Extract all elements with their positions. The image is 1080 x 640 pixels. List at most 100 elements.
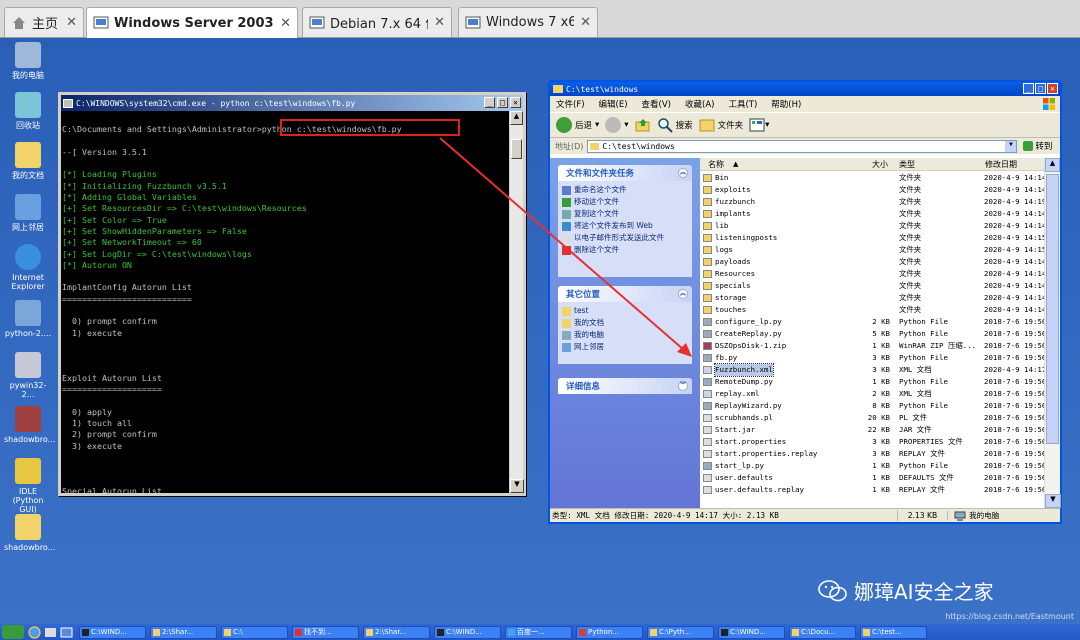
column-type[interactable]: 类型 <box>899 159 915 170</box>
file-list[interactable]: 名称 ▲ 大小 类型 修改日期 Bin 文件夹 2020-4-9 14:14 expl… <box>700 158 1046 508</box>
scroll-down-icon[interactable]: ▼ <box>510 479 524 493</box>
file-row[interactable]: listeningposts 文件夹 2020-4-9 14:15 <box>700 232 1046 244</box>
file-row[interactable]: fuzzbunch 文件夹 2020-4-9 14:19 <box>700 196 1046 208</box>
taskbar-item[interactable]: C:\Pyth... <box>647 625 714 639</box>
minimize-button[interactable]: _ <box>1023 83 1034 94</box>
place-0[interactable]: test <box>558 305 692 317</box>
taskbar-item[interactable]: C:\WIND... <box>79 625 146 639</box>
ie-icon[interactable] <box>28 625 41 639</box>
maximize-button[interactable]: □ <box>497 97 508 108</box>
tab-close-icon[interactable]: ✕ <box>280 16 291 31</box>
tab-close-icon[interactable]: ✕ <box>580 15 591 30</box>
taskbar-item[interactable]: C:\WIND... <box>434 625 501 639</box>
show-desktop-icon[interactable] <box>60 626 73 639</box>
address-input[interactable]: C:\test\windows ▼ <box>587 139 1018 153</box>
file-row[interactable]: Fuzzbunch.xml 3 KB XML 文档 2020-4-9 14:17 <box>700 363 1046 377</box>
maximize-button[interactable]: □ <box>1035 83 1046 94</box>
details-header[interactable]: 详细信息 ︾ <box>558 378 692 394</box>
tab-2[interactable]: Debian 7.x 64 位 ✕ <box>302 7 452 37</box>
column-size[interactable]: 大小 <box>872 159 888 170</box>
desktop-icon-9[interactable]: shadowbro... <box>4 514 55 552</box>
cmd-output[interactable]: C:\Documents and Settings\Administrator>… <box>61 111 509 493</box>
taskbar-item[interactable]: C:\Docu... <box>789 625 856 639</box>
folders-button[interactable]: 文件夹 <box>699 117 743 133</box>
scroll-thumb[interactable] <box>1046 174 1059 444</box>
file-row[interactable]: Resources 文件夹 2020-4-9 14:14 <box>700 268 1046 280</box>
file-row[interactable]: configure_lp.py 2 KB Python File 2018-7-6 1… <box>700 316 1046 328</box>
search-button[interactable]: 搜索 <box>657 117 693 133</box>
file-row[interactable]: Bin 文件夹 2020-4-9 14:14 <box>700 172 1046 184</box>
place-3[interactable]: 网上邻居 <box>558 341 692 353</box>
file-row[interactable]: Start.jar 22 KB JAR 文件 2018-7-6 19:56 <box>700 424 1046 436</box>
file-row[interactable]: logs 文件夹 2020-4-9 14:15 <box>700 244 1046 256</box>
taskbar-item[interactable]: Python... <box>576 625 643 639</box>
column-modified[interactable]: 修改日期 <box>985 159 1017 170</box>
scroll-thumb[interactable] <box>511 139 522 159</box>
menu-favorites[interactable]: 收藏(A) <box>685 98 714 110</box>
tab-3[interactable]: Windows 7 x64✕ <box>458 7 598 37</box>
file-row[interactable]: implants 文件夹 2020-4-9 14:14 <box>700 208 1046 220</box>
file-row[interactable]: exploits 文件夹 2020-4-9 14:14 <box>700 184 1046 196</box>
desktop-icon-1[interactable]: 回收站 <box>4 92 52 130</box>
scroll-up-icon[interactable]: ▲ <box>1045 158 1060 172</box>
tab-0[interactable]: 主页 ✕ <box>4 7 84 37</box>
cmd-title-bar[interactable]: C:\WINDOWS\system32\cmd.exe - python c:\… <box>61 95 523 111</box>
file-row[interactable]: fb.py 3 KB Python File 2018-7-6 19:56 <box>700 352 1046 364</box>
up-folder-button[interactable] <box>635 117 651 133</box>
menu-view[interactable]: 查看(V) <box>642 98 671 110</box>
desktop-icon-3[interactable]: 网上邻居 <box>4 194 52 232</box>
cmd-scrollbar[interactable]: ▲ ▼ <box>509 111 524 493</box>
explorer-title-bar[interactable]: C:\test\windows _ □ ✕ <box>550 82 1060 96</box>
place-2[interactable]: 我的电脑 <box>558 329 692 341</box>
cmd-window[interactable]: C:\WINDOWS\system32\cmd.exe - python c:\… <box>58 92 526 496</box>
place-1[interactable]: 我的文档 <box>558 317 692 329</box>
tab-1[interactable]: Windows Server 2003 Stan...✕ <box>86 7 298 38</box>
expand-chevron-icon[interactable]: ︾ <box>678 381 688 391</box>
collapse-chevron-icon[interactable]: ︽ <box>678 289 688 299</box>
taskbar-item[interactable]: C:\WIND... <box>718 625 785 639</box>
desktop-icon-5[interactable]: python-2.... <box>4 300 52 338</box>
file-row[interactable]: start.properties 3 KB PROPERTIES 文件 2018-7-… <box>700 436 1046 448</box>
column-name[interactable]: 名称 <box>708 159 724 170</box>
other-places-header[interactable]: 其它位置 ︽ <box>558 286 692 302</box>
start-button-icon[interactable] <box>2 625 24 639</box>
menu-help[interactable]: 帮助(H) <box>771 98 801 110</box>
file-row[interactable]: user.defaults 1 KB DEFAULTS 文件 2018-7-6 19:… <box>700 472 1046 484</box>
file-row[interactable]: DSZOpsDisk-1.zip 1 KB WinRAR ZIP 压缩... 2018… <box>700 340 1046 352</box>
taskbar-item[interactable]: 2:\Shar... <box>363 625 430 639</box>
menu-edit[interactable]: 编辑(E) <box>599 98 628 110</box>
file-row[interactable]: replay.xml 2 KB XML 文档 2018-7-6 19:56 <box>700 388 1046 400</box>
file-list-scrollbar[interactable]: ▲ ▼ <box>1044 158 1061 508</box>
file-row[interactable]: touches 文件夹 2020-4-9 14:14 <box>700 304 1046 316</box>
forward-button[interactable]: ▾ <box>605 117 629 133</box>
task-move[interactable]: 移动这个文件 <box>558 196 692 208</box>
tab-close-icon[interactable]: ✕ <box>66 15 77 30</box>
menu-tools[interactable]: 工具(T) <box>728 98 757 110</box>
minimize-button[interactable]: _ <box>484 97 495 108</box>
file-row[interactable]: scrubhands.pl 20 KB PL 文件 2018-7-6 19:56 <box>700 412 1046 424</box>
file-row[interactable]: storage 文件夹 2020-4-9 14:14 <box>700 292 1046 304</box>
file-row[interactable]: RemoteDump.py 1 KB Python File 2018-7-6 19:… <box>700 376 1046 388</box>
file-row[interactable]: ReplayWizard.py 8 KB Python File 2018-7-6 1… <box>700 400 1046 412</box>
file-tasks-header[interactable]: 文件和文件夹任务 ︽ <box>558 165 692 181</box>
views-button[interactable]: ▾ <box>749 118 769 132</box>
taskbar-item[interactable]: C:\test... <box>860 625 927 639</box>
desktop-icon-8[interactable]: IDLE (Python GUI) <box>4 458 52 514</box>
task-rename[interactable]: 重命名这个文件 <box>558 184 692 196</box>
go-button[interactable]: 转到 <box>1023 140 1052 152</box>
menu-file[interactable]: 文件(F) <box>556 98 585 110</box>
file-row[interactable]: start_lp.py 1 KB Python File 2018-7-6 19:56 <box>700 460 1046 472</box>
desktop-icon-7[interactable]: shadowbro... <box>4 406 55 444</box>
task-copy[interactable]: 复制这个文件 <box>558 208 692 220</box>
desktop-icon-4[interactable]: Internet Explorer <box>4 244 52 291</box>
file-row[interactable]: CreateReplay.py 5 KB Python File 2018-7-6 1… <box>700 328 1046 340</box>
desktop-icon-2[interactable]: 我的文档 <box>4 142 52 180</box>
close-button[interactable]: ✕ <box>510 97 521 108</box>
explorer-window[interactable]: C:\test\windows _ □ ✕ 文件(F) 编辑(E) 查看(V) … <box>548 80 1062 524</box>
taskbar-item[interactable]: 2:\Shar... <box>150 625 217 639</box>
file-row[interactable]: payloads 文件夹 2020-4-9 14:14 <box>700 256 1046 268</box>
tab-close-icon[interactable]: ✕ <box>434 15 445 30</box>
taskbar-item[interactable]: 百度一... <box>505 625 572 639</box>
desktop-icon-6[interactable]: pywin32-2... <box>4 352 52 399</box>
scroll-down-icon[interactable]: ▼ <box>1045 494 1061 508</box>
